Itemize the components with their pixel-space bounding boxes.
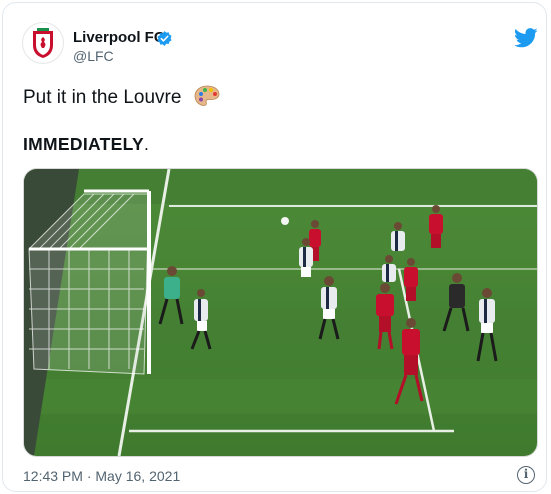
tweet-text-line1: Put it in the Louvre <box>23 87 181 109</box>
info-icon[interactable]: i <box>517 466 535 484</box>
tweet-card: Liverpool FC @LFC Put it in the Louvre I… <box>2 2 547 492</box>
tweet-text-line2: IMMEDIATELY. <box>23 134 149 155</box>
lfc-crest-icon <box>33 28 53 58</box>
football-match-photo <box>24 169 537 456</box>
tweet-time: 12:43 PM <box>23 468 83 484</box>
tweet-text-punct: . <box>143 134 150 154</box>
tweet-date: May 16, 2021 <box>95 468 181 484</box>
verified-badge-icon <box>157 31 172 46</box>
avatar[interactable] <box>22 22 64 64</box>
twitter-bird-icon[interactable] <box>514 28 538 48</box>
tweet-timestamp[interactable]: 12:43 PM · May 16, 2021 <box>23 468 180 484</box>
tweet-text: Put it in the Louvre <box>23 87 182 108</box>
tweet-text-bold: IMMEDIATELY <box>23 134 144 154</box>
artist-palette-icon <box>194 85 220 106</box>
author-handle[interactable]: @LFC <box>73 48 114 64</box>
tweet-photo[interactable] <box>23 168 538 457</box>
author-name[interactable]: Liverpool FC <box>73 29 165 46</box>
meta-separator: · <box>82 468 96 484</box>
